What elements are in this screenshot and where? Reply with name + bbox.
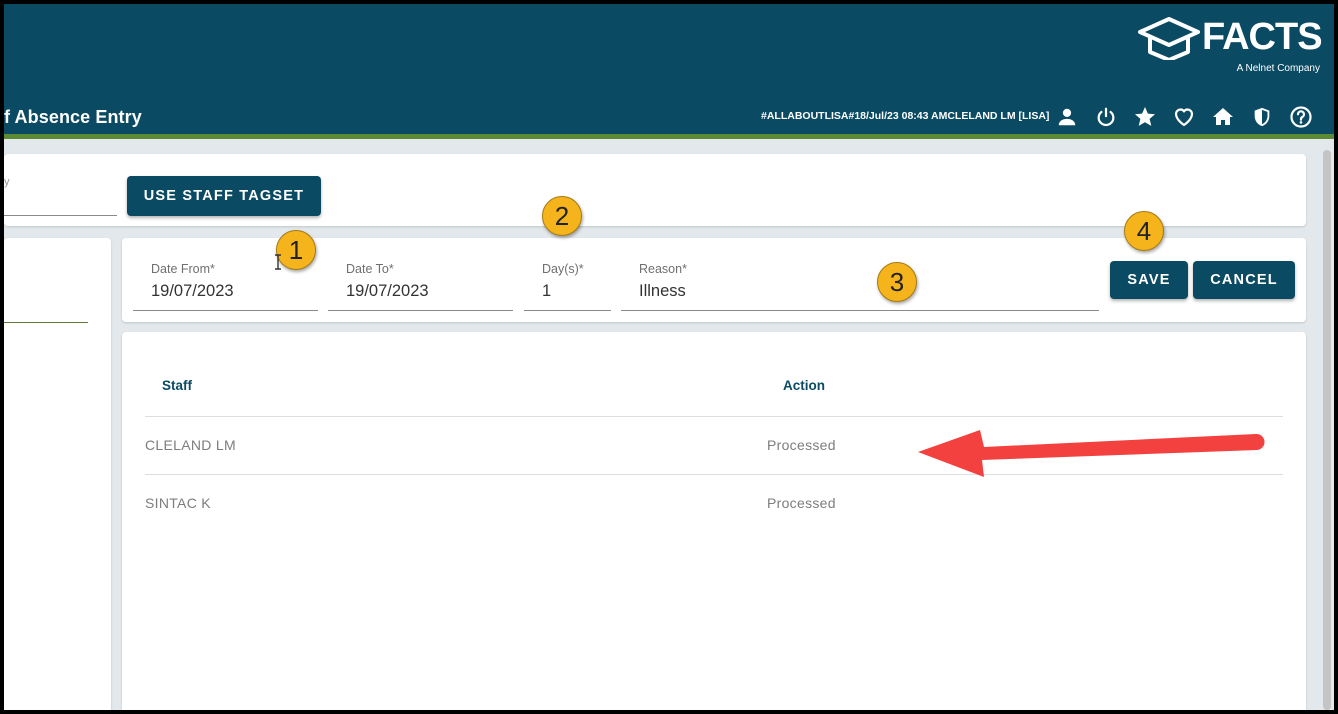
days-field[interactable]: Day(s)* 1 [524,258,611,311]
graduation-cap-icon [1138,17,1200,60]
power-icon[interactable] [1093,104,1119,130]
staff-search-input[interactable] [4,215,117,216]
column-header-staff: Staff [162,378,192,393]
session-info: #ALLABOUTLISA#18/Jul/23 08:43 AMCLELAND … [761,110,1050,122]
shield-icon[interactable] [1249,104,1275,130]
reason-value: Illness [639,282,686,300]
action-cell: Processed [767,437,836,453]
facts-logo: FACTS A Nelnet Company [1136,14,1326,74]
reason-label: Reason* [639,262,687,276]
page-title: f Absence Entry [4,107,142,127]
staff-cell: SINTAC K [145,495,211,511]
brand-tagline: A Nelnet Company [1236,63,1320,74]
save-button[interactable]: SAVE [1110,261,1188,299]
days-label: Day(s)* [542,262,584,276]
left-panel-field[interactable] [4,322,88,323]
date-from-value: 19/07/2023 [151,282,234,300]
scrollbar-thumb[interactable] [1323,150,1331,710]
step-badge-3: 3 [877,262,917,302]
search-label-fragment: y [4,176,10,188]
step-badge-2: 2 [542,196,582,236]
red-arrow-annotation [918,430,1265,477]
user-icon[interactable] [1054,104,1080,130]
column-header-action: Action [783,378,825,393]
header-icon-bar [1054,104,1314,130]
staff-results-panel [122,332,1306,710]
days-value: 1 [542,282,552,300]
date-from-label: Date From* [151,262,215,276]
use-staff-tagset-button[interactable]: USE STAFF TAGSET [127,176,321,216]
action-cell: Processed [767,495,836,511]
cancel-button[interactable]: CANCEL [1193,261,1295,299]
text-cursor-icon [275,254,281,270]
brand-name: FACTS [1202,16,1323,58]
app-window: f Absence Entry FACTS A Nelnet Company #… [4,4,1334,710]
help-icon[interactable] [1288,104,1314,130]
star-icon[interactable] [1132,104,1158,130]
date-to-value: 19/07/2023 [346,282,429,300]
home-icon[interactable] [1210,104,1236,130]
date-to-label: Date To* [346,262,394,276]
step-badge-4: 4 [1124,211,1164,251]
header-accent-stripe [4,134,1334,139]
date-to-field[interactable]: Date To* 19/07/2023 [328,258,513,311]
reason-field[interactable]: Reason* Illness [621,258,1099,311]
left-side-panel [4,238,111,710]
staff-cell: CLELAND LM [145,437,236,453]
step-badge-1: 1 [276,230,316,270]
heart-icon[interactable] [1171,104,1197,130]
